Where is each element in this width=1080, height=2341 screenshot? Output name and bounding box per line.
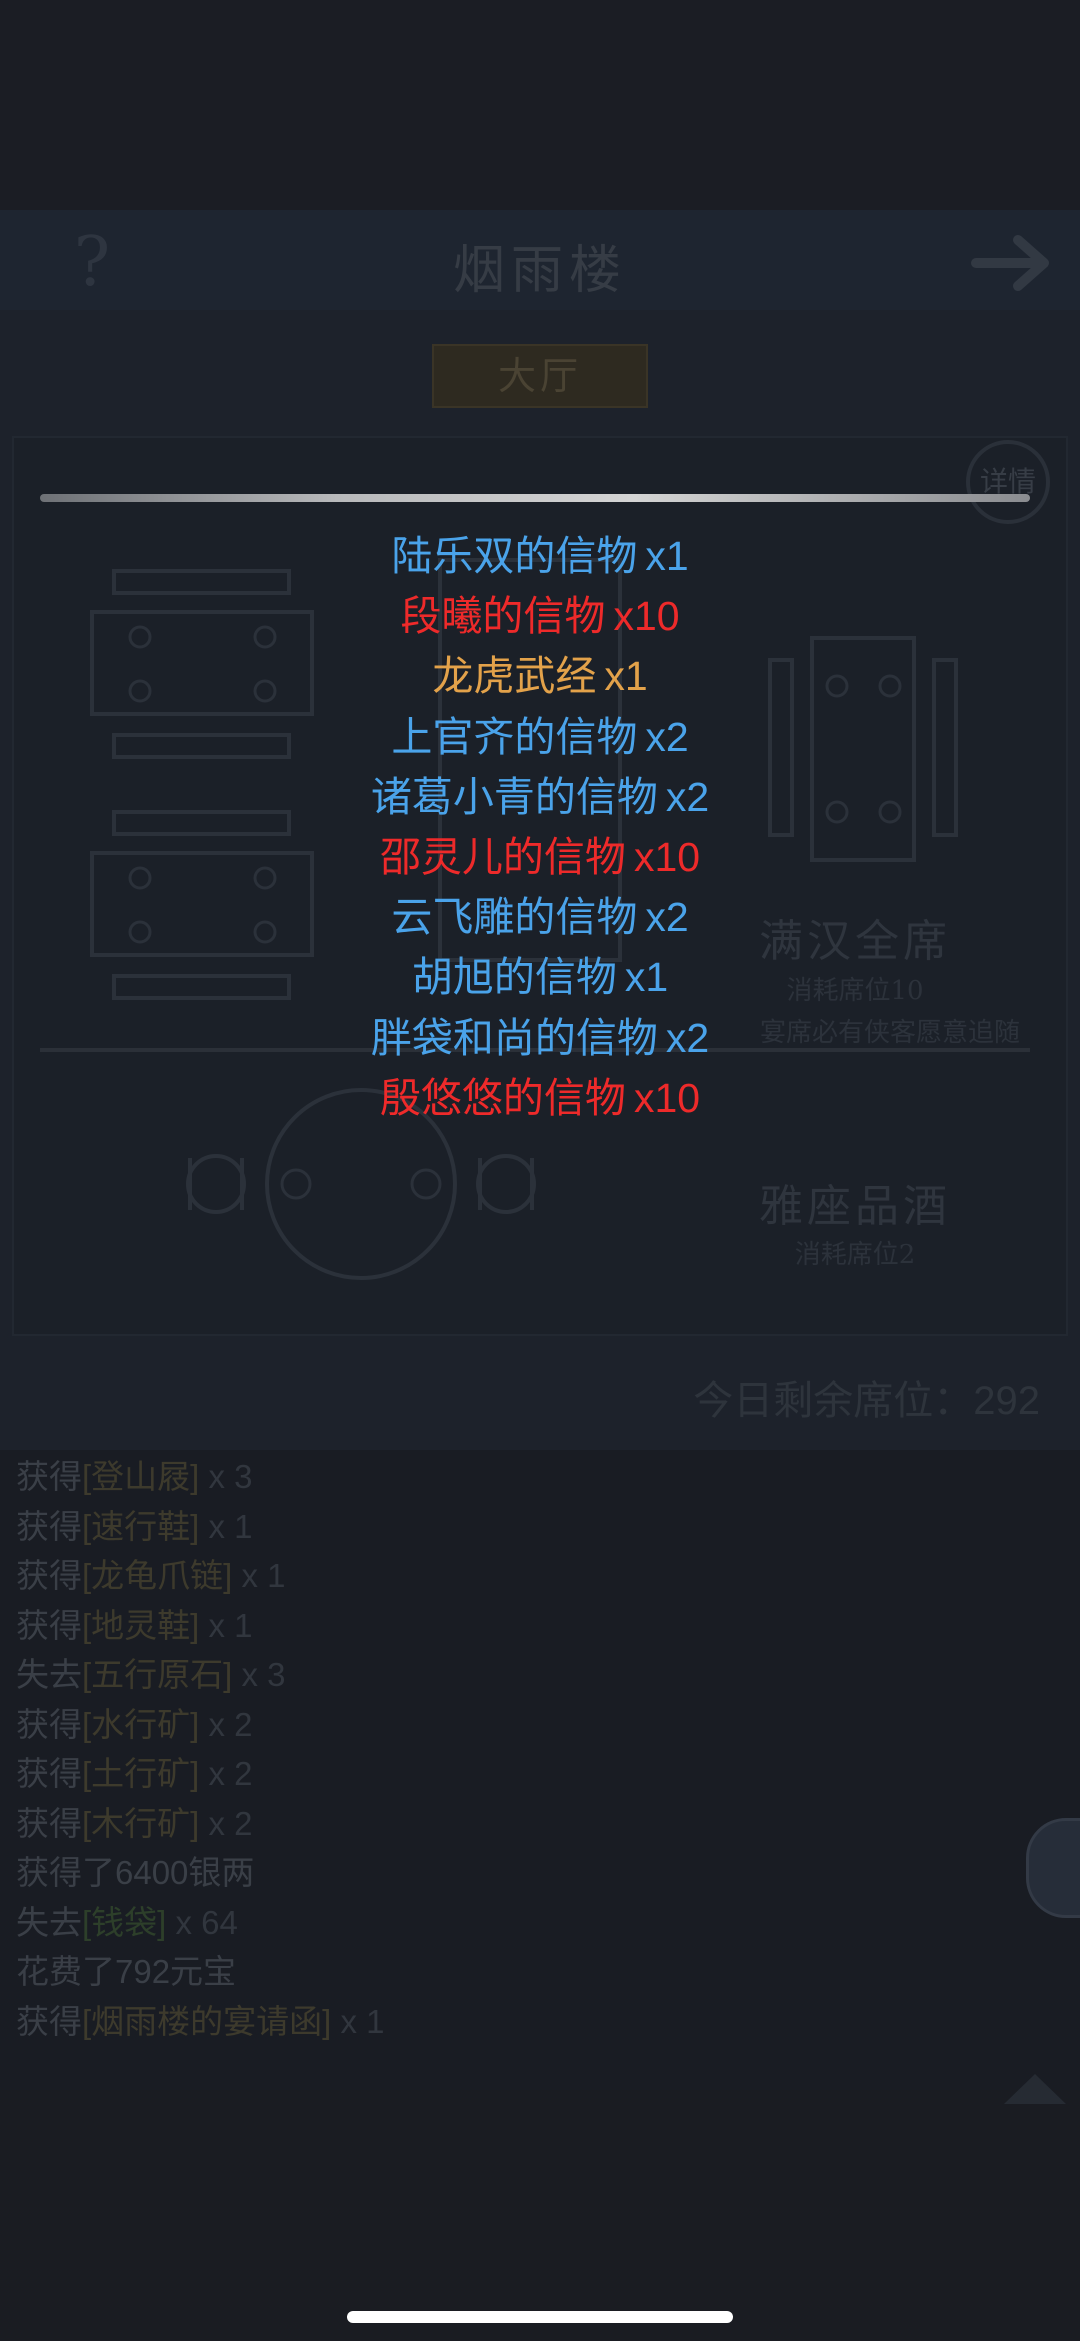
log-line: 失去[钱袋] x 64 <box>16 1898 916 1948</box>
reward-item-name: 胖袋和尚的信物 <box>370 1014 658 1061</box>
reward-list: 陆乐双的信物 x1 段曦的信物 x10 龙虎武经 x1 上官齐的信物 x2 诸葛小青的信物 x2 邵… <box>0 526 1080 1128</box>
reward-item: 殷悠悠的信物 x10 <box>0 1068 1080 1128</box>
log-line-qty: x 1 <box>199 1606 253 1644</box>
reward-item-name: 上官齐的信物 <box>391 713 638 760</box>
log-line: 获得了6400银两 <box>16 1848 916 1898</box>
reward-item-qty: x10 <box>633 834 701 881</box>
reward-item-qty: x10 <box>613 593 680 640</box>
log-line-prefix: 获得 <box>16 2002 82 2040</box>
log-line-item: [登山屐] <box>82 1458 200 1495</box>
reward-item: 诸葛小青的信物 x2 <box>0 767 1080 827</box>
log-line-item: [烟雨楼的宴请函] <box>82 2002 332 2040</box>
log-line: 获得[龙龟爪链] x 1 <box>16 1551 916 1601</box>
reward-item-qty: x2 <box>645 894 689 941</box>
reward-item-name: 陆乐双的信物 <box>391 533 638 579</box>
log-line-qty: x 1 <box>199 1507 253 1545</box>
log-line-qty: x 3 <box>232 1656 286 1693</box>
tab-hall[interactable]: 大厅 <box>432 344 648 408</box>
reward-item: 胖袋和尚的信物 x2 <box>0 1008 1080 1068</box>
reward-item-name: 诸葛小青的信物 <box>370 773 658 820</box>
log-line-item: [五行原石] <box>82 1656 233 1693</box>
log-line-prefix: 获得 <box>16 1458 82 1495</box>
log-line-item: [速行鞋] <box>82 1507 200 1545</box>
log-line-prefix: 获得 <box>16 1804 82 1842</box>
reward-item: 陆乐双的信物 x1 <box>0 526 1080 586</box>
divider <box>40 494 1030 502</box>
log-line: 获得[地灵鞋] x 1 <box>16 1601 916 1651</box>
reward-item-name: 胡旭的信物 <box>411 954 617 1001</box>
reward-item-qty: x1 <box>645 533 689 579</box>
log-line-prefix: 获得 <box>16 1606 82 1644</box>
reward-item-qty: x1 <box>604 653 648 700</box>
reward-item-name: 邵灵儿的信物 <box>379 834 626 881</box>
reward-item-name: 龙虎武经 <box>432 653 597 700</box>
log-line-qty: x 2 <box>199 1755 253 1792</box>
log-line-prefix: 获得了6400银两 <box>16 1854 255 1891</box>
reward-item: 龙虎武经 x1 <box>0 646 1080 706</box>
status-area <box>0 0 1080 210</box>
avatar[interactable] <box>1026 1818 1080 1918</box>
log-line-item: [地灵鞋] <box>82 1606 200 1644</box>
reward-item-name: 云飞雕的信物 <box>391 894 638 941</box>
message-log: 获得[登山屐] x 3 获得[速行鞋] x 1 获得[龙龟爪链] x 1 获得[地灵鞋… <box>16 1452 916 2046</box>
log-line: 获得[登山屐] x 3 <box>16 1452 916 1502</box>
reward-item-name: 殷悠悠的信物 <box>379 1074 626 1121</box>
log-line-prefix: 获得 <box>16 1755 82 1792</box>
log-line: 获得[速行鞋] x 1 <box>16 1502 916 1552</box>
log-line-qty: x 2 <box>199 1804 253 1842</box>
reward-item: 邵灵儿的信物 x10 <box>0 827 1080 887</box>
log-line: 获得[烟雨楼的宴请函] x 1 <box>16 1997 916 2047</box>
log-line-qty: x 1 <box>331 2002 385 2040</box>
log-line-prefix: 获得 <box>16 1507 82 1545</box>
reward-item-name: 段曦的信物 <box>400 593 606 640</box>
triangle-up-icon[interactable] <box>1000 2068 1070 2108</box>
log-line-item: [水行矿] <box>82 1705 200 1743</box>
log-line-item: [土行矿] <box>82 1755 200 1792</box>
reward-item-qty: x2 <box>665 773 710 820</box>
log-line-prefix: 花费了792元宝 <box>16 1953 237 1990</box>
seats-remaining: 今日剩余席位：292 <box>693 1379 1040 1423</box>
reward-item-qty: x1 <box>624 954 669 1001</box>
page-title: 烟雨楼 <box>452 241 627 301</box>
reward-item-qty: x2 <box>645 713 689 760</box>
reward-item: 云飞雕的信物 x2 <box>0 887 1080 947</box>
detail-button[interactable]: 详情 <box>966 440 1050 524</box>
reward-item-qty: x10 <box>633 1074 701 1121</box>
log-line-item: [龙龟爪链] <box>82 1557 233 1594</box>
log-line-item: [钱袋] <box>82 1903 167 1941</box>
log-line-prefix: 失去 <box>16 1903 82 1941</box>
log-line: 花费了792元宝 <box>16 1947 916 1997</box>
header-bar: ? 烟雨楼 <box>0 210 1080 310</box>
arrow-right-icon[interactable] <box>970 228 1060 298</box>
log-line: 失去[五行原石] x 3 <box>16 1650 916 1700</box>
home-indicator[interactable] <box>347 2311 733 2323</box>
log-line: 获得[土行矿] x 2 <box>16 1749 916 1799</box>
log-line: 获得[水行矿] x 2 <box>16 1700 916 1750</box>
log-line-item: [木行矿] <box>82 1804 200 1842</box>
reward-item: 段曦的信物 x10 <box>0 586 1080 646</box>
log-line-prefix: 获得 <box>16 1557 82 1594</box>
wine-option-cost: 消耗席位2 <box>794 1240 916 1270</box>
log-line-qty: x 1 <box>232 1557 286 1594</box>
reward-item: 上官齐的信物 x2 <box>0 707 1080 767</box>
reward-item-qty: x2 <box>665 1014 710 1061</box>
log-line-qty: x 2 <box>199 1705 253 1743</box>
log-line-prefix: 获得 <box>16 1705 82 1743</box>
log-line-qty: x 64 <box>166 1903 238 1941</box>
log-line: 获得[木行矿] x 2 <box>16 1799 916 1849</box>
screen: ? 烟雨楼 大厅 详情 满汉全席 消耗席位10 宴席必有侠客愿意追随 雅座品酒 … <box>0 0 1080 2341</box>
log-line-prefix: 失去 <box>16 1656 82 1693</box>
wine-option-title[interactable]: 雅座品酒 <box>740 1170 970 1234</box>
reward-item: 胡旭的信物 x1 <box>0 947 1080 1007</box>
log-line-qty: x 3 <box>199 1458 253 1495</box>
